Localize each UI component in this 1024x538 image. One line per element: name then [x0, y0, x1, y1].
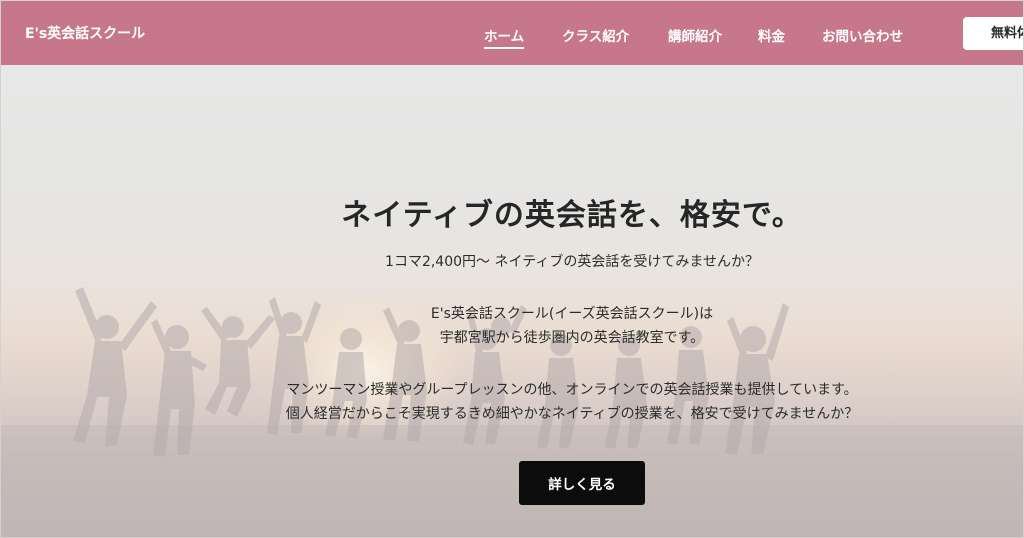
page-frame: E's英会話スクール ホーム クラス紹介 講師紹介 料金 お問い合わせ 無料体験 [0, 0, 1024, 538]
hero-content: ネイティブの英会話を、格安で。 1コマ2,400円～ ネイティブの英会話を受けて… [1, 65, 1023, 537]
nav-home[interactable]: ホーム [484, 25, 525, 49]
nav-pricing[interactable]: 料金 [758, 25, 785, 45]
nav-teachers[interactable]: 講師紹介 [668, 25, 722, 45]
nav-contact[interactable]: お問い合わせ [822, 25, 903, 45]
site-header: E's英会話スクール ホーム クラス紹介 講師紹介 料金 お問い合わせ 無料体験 [1, 1, 1023, 65]
main-nav: ホーム クラス紹介 講師紹介 料金 お問い合わせ [1, 1, 1023, 65]
hero-headline: ネイティブの英会話を、格安で。 [341, 198, 803, 233]
hero-detail-line-2: 個人経営だからこそ実現するきめ細やかなネイティブの授業を、格安で受けてみませんか… [285, 406, 859, 422]
nav-classes[interactable]: クラス紹介 [562, 25, 629, 45]
free-trial-button[interactable]: 無料体験 [963, 17, 1023, 50]
hero-section: ネイティブの英会話を、格安で。 1コマ2,400円～ ネイティブの英会話を受けて… [1, 65, 1023, 537]
hero-intro-line-2: 宇都宮駅から徒歩圏内の英会話教室です。 [439, 330, 705, 346]
hero-intro-line-1: E's英会話スクール(イーズ英会話スクール)は [430, 306, 714, 322]
hero-detail-line-1: マンツーマン授業やグループレッスンの他、オンラインでの英会話授業も提供しています… [286, 382, 858, 398]
hero-subheadline: 1コマ2,400円～ ネイティブの英会話を受けてみませんか？ [385, 254, 759, 270]
learn-more-button[interactable]: 詳しく見る [519, 461, 645, 505]
